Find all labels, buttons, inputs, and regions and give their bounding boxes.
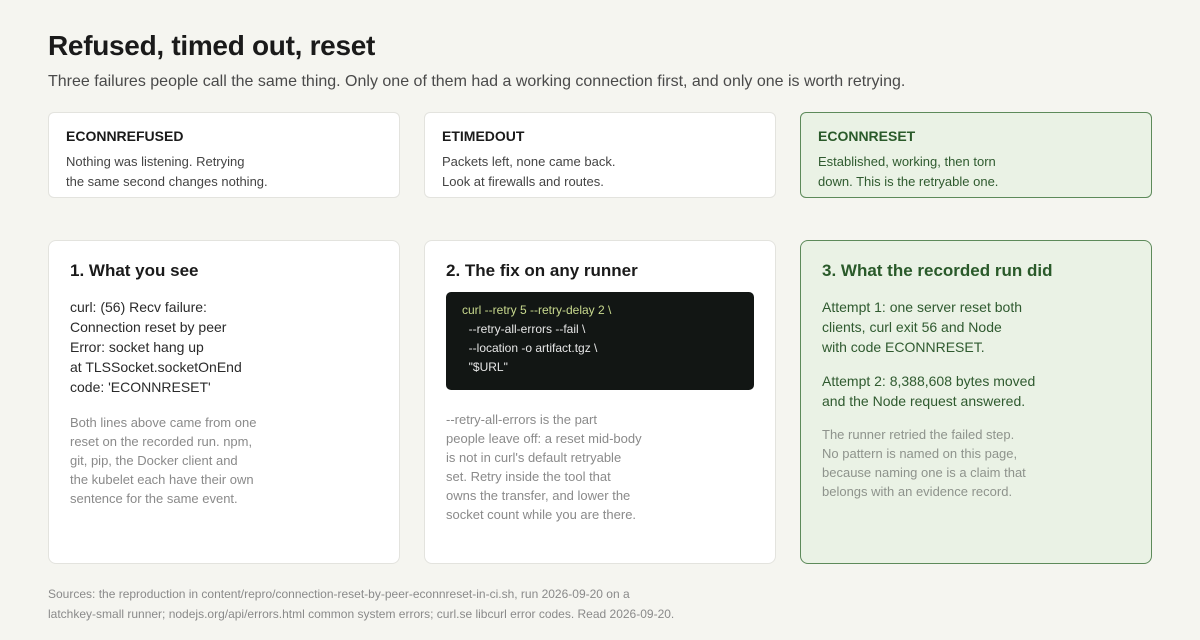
note-line: Both lines above came from one [70, 415, 257, 430]
code-desc-line: Nothing was listening. Retrying [66, 154, 245, 169]
panel-the-fix: 2. The fix on any runner curl --retry 5 … [424, 240, 776, 564]
card-econnreset: ECONNRESET Established, working, then to… [800, 112, 1152, 198]
panel-title: 3. What the recorded run did [822, 261, 1053, 280]
panel-note: Both lines above came from one reset on … [70, 413, 378, 508]
attempt-line: with code ECONNRESET. [822, 339, 985, 355]
note-line: the kubelet each have their own [70, 472, 254, 487]
note-line: sentence for the same event. [70, 491, 238, 506]
error-line: Connection reset by peer [70, 319, 227, 335]
code-line: --location -o artifact.tgz \ [462, 341, 598, 355]
attempt-line: and the Node request answered. [822, 393, 1026, 409]
code-desc-line: Look at firewalls and routes. [442, 174, 604, 189]
sources-footer: Sources: the reproduction in content/rep… [48, 584, 674, 624]
attempt-1: Attempt 1: one server reset both clients… [822, 297, 1130, 357]
note-line: because naming one is a claim that [822, 465, 1026, 480]
code-desc-line: Established, working, then torn [818, 154, 996, 169]
attempt-line: Attempt 1: one server reset both [822, 299, 1022, 315]
code-desc-line: Packets left, none came back. [442, 154, 616, 169]
note-line: set. Retry inside the tool that [446, 469, 611, 484]
code-desc-line: the same second changes nothing. [66, 174, 268, 189]
page-subtitle: Three failures people call the same thin… [48, 73, 906, 90]
panel-what-you-see: 1. What you see curl: (56) Recv failure:… [48, 240, 400, 564]
code-name: ETIMEDOUT [442, 128, 525, 144]
sources-line: latchkey-small runner; nodejs.org/api/er… [48, 607, 675, 621]
attempt-2: Attempt 2: 8,388,608 bytes moved and the… [822, 371, 1130, 411]
note-line: belongs with an evidence record. [822, 484, 1013, 499]
attempt-line: Attempt 2: 8,388,608 bytes moved [822, 373, 1036, 389]
card-econnrefused: ECONNREFUSED Nothing was listening. Retr… [48, 112, 400, 198]
code-name: ECONNRESET [818, 128, 916, 144]
panel-row: 1. What you see curl: (56) Recv failure:… [48, 240, 1152, 564]
panel-title: 2. The fix on any runner [446, 261, 638, 280]
page-title: Refused, timed out, reset [48, 30, 376, 61]
panel-note: --retry-all-errors is the part people le… [446, 410, 754, 524]
panel-title: 1. What you see [70, 261, 199, 280]
card-etimedout: ETIMEDOUT Packets left, none came back. … [424, 112, 776, 198]
note-line: git, pip, the Docker client and [70, 453, 238, 468]
code-line: "$URL" [462, 360, 508, 374]
error-line: at TLSSocket.socketOnEnd [70, 359, 242, 375]
note-line: owns the transfer, and lower the [446, 488, 631, 503]
note-line: is not in curl's default retryable [446, 450, 622, 465]
code-line: --retry-all-errors --fail \ [462, 322, 586, 336]
note-line: people leave off: a reset mid-body [446, 431, 642, 446]
code-name: ECONNREFUSED [66, 128, 184, 144]
error-line: Error: socket hang up [70, 339, 204, 355]
error-line: curl: (56) Recv failure: [70, 299, 207, 315]
error-output: curl: (56) Recv failure: Connection rese… [70, 297, 378, 397]
page: Refused, timed out, reset Three failures… [0, 0, 1200, 640]
attempt-line: clients, curl exit 56 and Node [822, 319, 1002, 335]
note-line: No pattern is named on this page, [822, 446, 1018, 461]
sources-line: Sources: the reproduction in content/rep… [48, 587, 630, 601]
error-code-row: ECONNREFUSED Nothing was listening. Retr… [48, 112, 1152, 198]
panel-recorded-run: 3. What the recorded run did Attempt 1: … [800, 240, 1152, 564]
error-line: code: 'ECONNRESET' [70, 379, 211, 395]
note-line: reset on the recorded run. npm, [70, 434, 253, 449]
code-desc-line: down. This is the retryable one. [818, 174, 999, 189]
panel-note: The runner retried the failed step. No p… [822, 425, 1130, 501]
code-block[interactable]: curl --retry 5 --retry-delay 2 \ --retry… [446, 292, 754, 390]
note-line: --retry-all-errors is the part [446, 412, 597, 427]
note-line: The runner retried the failed step. [822, 427, 1015, 442]
note-line: socket count while you are there. [446, 507, 637, 522]
code-line: curl --retry 5 --retry-delay 2 \ [462, 303, 612, 317]
